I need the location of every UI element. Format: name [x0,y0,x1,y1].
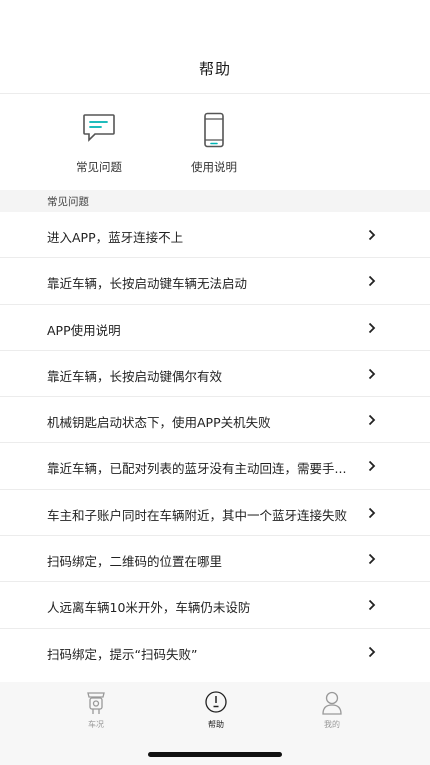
chevron-right-icon [368,229,376,241]
shortcut-faq[interactable]: 常见问题 [56,112,142,175]
faq-item-text: 扫码绑定，提示“扫码失败” [47,646,198,662]
chevron-right-icon [368,461,376,472]
tab-label: 帮助 [208,720,224,729]
chevron-right-icon [368,600,376,611]
faq-item-text: 人远离车辆10米开外，车辆仍未设防 [47,600,251,616]
chevron-right-icon [368,553,376,565]
chevron-right-icon [368,646,376,657]
chat-bubble-icon [56,112,142,148]
faq-item[interactable]: 进入APP，蓝牙连接不上 [0,212,430,259]
chevron-right-icon [368,507,376,518]
faq-section-header: 常见问题 [0,190,430,212]
faq-item-text: 扫码绑定，二维码的位置在哪里 [47,554,223,570]
page-title: 帮助 [198,60,231,78]
faq-item-text: 机械钥匙启动状态下，使用APP关机失败 [47,415,271,431]
shortcut-manual[interactable]: 使用说明 [171,112,257,175]
chevron-right-icon [368,322,376,333]
tab-help[interactable]: 帮助 [186,690,246,730]
tab-label: 我的 [324,720,340,729]
shortcut-panel: 常见问题 使用说明 [0,94,430,190]
tab-label: 车况 [88,720,104,729]
faq-item-text: 车主和子账户同时在车辆附近，其中一个蓝牙连接失败 [47,507,348,523]
faq-item[interactable]: 车主和子账户同时在车辆附近，其中一个蓝牙连接失败 [0,490,430,537]
faq-item[interactable]: 靠近车辆，已配对列表的蓝牙没有主动回连，需要手... [0,443,430,490]
tab-vehicle-status[interactable]: 车况 [66,690,126,730]
tab-me[interactable]: 我的 [302,690,362,730]
header-bar: 帮助 [0,0,430,94]
faq-item-text: 靠近车辆，已配对列表的蓝牙没有主动回连，需要手... [47,461,347,477]
phone-icon [171,112,257,148]
lightbulb-icon [205,691,227,713]
vehicle-icon [87,692,105,714]
shortcut-faq-label: 常见问题 [76,160,122,174]
chevron-right-icon [368,415,376,426]
faq-list: 进入APP，蓝牙连接不上 靠近车辆，长按启动键车辆无法启动 APP使用说明 靠近… [0,212,430,682]
person-icon [322,691,342,715]
faq-item[interactable]: 扫码绑定，二维码的位置在哪里 [0,536,430,583]
shortcut-manual-label: 使用说明 [191,160,237,174]
chevron-right-icon [368,368,376,380]
faq-item[interactable]: 机械钥匙启动状态下，使用APP关机失败 [0,397,430,444]
faq-item-text: 靠近车辆，长按启动键偶尔有效 [47,368,223,384]
faq-item[interactable]: 靠近车辆，长按启动键车辆无法启动 [0,258,430,305]
faq-item[interactable]: 人远离车辆10米开外，车辆仍未设防 [0,582,430,629]
chevron-right-icon [368,276,376,287]
faq-item-text: 靠近车辆，长按启动键车辆无法启动 [47,276,248,292]
faq-item-text: 进入APP，蓝牙连接不上 [47,230,184,245]
faq-item-text: APP使用说明 [47,322,121,338]
faq-item[interactable]: APP使用说明 [0,305,430,351]
section-title: 常见问题 [47,196,89,208]
home-indicator [148,752,282,757]
faq-item[interactable]: 靠近车辆，长按启动键偶尔有效 [0,351,430,398]
faq-item[interactable]: 扫码绑定，提示“扫码失败” [0,629,430,675]
